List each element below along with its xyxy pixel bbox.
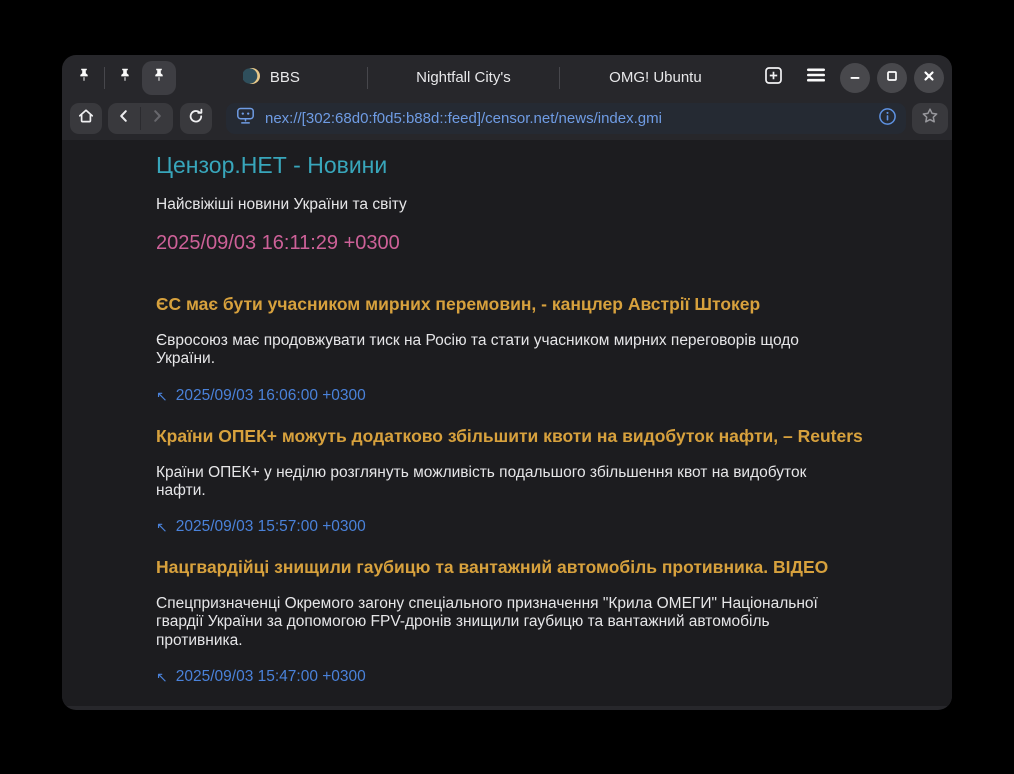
page-content: Цензор.НЕТ - Новини Найсвіжіші новини Ук… <box>62 140 952 706</box>
article-link-label: 2025/09/03 15:47:00 +0300 <box>176 668 366 686</box>
crescent-moon-icon <box>243 67 261 89</box>
tab-omg-ubuntu[interactable]: OMG! Ubuntu <box>563 55 748 100</box>
page-title: Цензор.НЕТ - Новини <box>156 152 872 179</box>
article-summary: Спецпризначенці Окремого загону спеціаль… <box>156 595 824 650</box>
chevron-right-icon <box>149 108 165 129</box>
feed-timestamp: 2025/09/03 16:11:29 +0300 <box>156 232 872 255</box>
history-nav-group <box>108 103 173 134</box>
forward-button[interactable] <box>141 103 173 134</box>
navigation-bar: nex://[302:68d0:f0d5:b88d::feed]/censor.… <box>62 100 952 140</box>
article-link-label: 2025/09/03 16:06:00 +0300 <box>176 387 366 405</box>
new-tab-plus-icon <box>764 66 783 90</box>
link-arrow-icon: ↖ <box>156 389 168 403</box>
chevron-left-icon <box>116 108 132 129</box>
reload-button[interactable] <box>180 103 212 134</box>
news-article: Нацгвардійці знищили гаубицю та вантажни… <box>156 557 872 686</box>
bookmark-button[interactable] <box>912 103 948 134</box>
reload-icon <box>187 107 205 130</box>
menu-button[interactable] <box>799 61 833 95</box>
minimize-button[interactable] <box>840 63 870 93</box>
article-title: Країни ОПЕК+ можуть додатково збільшити … <box>156 426 872 447</box>
close-button[interactable] <box>914 63 944 93</box>
pushpin-icon <box>151 67 167 88</box>
article-timestamp-link[interactable]: ↖ 2025/09/03 15:57:00 +0300 <box>156 518 872 536</box>
tab-nightfall-citys[interactable]: Nightfall City's <box>371 55 556 100</box>
tab-bar: BBS Nightfall City's OMG! Ubuntu <box>62 55 952 100</box>
close-icon <box>923 69 935 87</box>
article-title: ЄС має бути учасником мирних перемовин, … <box>156 294 872 315</box>
news-article: ЄС має бути учасником мирних перемовин, … <box>156 294 872 405</box>
nex-terminal-icon <box>236 107 257 129</box>
maximize-button[interactable] <box>877 63 907 93</box>
url-bar[interactable]: nex://[302:68d0:f0d5:b88d::feed]/censor.… <box>226 103 906 134</box>
pushpin-icon <box>117 67 133 88</box>
tab-separator <box>559 67 560 89</box>
tab-bbs[interactable]: BBS <box>179 55 364 100</box>
minimize-icon <box>849 69 861 87</box>
article-link-label: 2025/09/03 15:57:00 +0300 <box>176 518 366 536</box>
info-circle-icon[interactable] <box>878 107 897 130</box>
article-timestamp-link[interactable]: ↖ 2025/09/03 16:06:00 +0300 <box>156 387 872 405</box>
article-summary: Країни ОПЕК+ у неділю розглянуть можливі… <box>156 464 824 501</box>
url-text: nex://[302:68d0:f0d5:b88d::feed]/censor.… <box>265 110 870 127</box>
tab-label: BBS <box>270 69 300 86</box>
page-subtitle: Найсвіжіші новини України та світу <box>156 196 872 214</box>
article-title: Нацгвардійці знищили гаубицю та вантажни… <box>156 557 872 578</box>
pinned-tab-1[interactable] <box>67 61 101 95</box>
back-button[interactable] <box>108 103 140 134</box>
browser-window: BBS Nightfall City's OMG! Ubuntu <box>62 55 952 710</box>
link-arrow-icon: ↖ <box>156 670 168 684</box>
maximize-icon <box>886 69 898 87</box>
tab-separator <box>104 67 105 89</box>
home-icon <box>77 107 95 130</box>
link-arrow-icon: ↖ <box>156 520 168 534</box>
pinned-tab-3-active[interactable] <box>142 61 176 95</box>
new-tab-button[interactable] <box>756 61 790 95</box>
hamburger-menu-icon <box>806 67 826 88</box>
news-article: Країни ОПЕК+ можуть додатково збільшити … <box>156 426 872 537</box>
article-summary: Євросоюз має продовжувати тиск на Росію … <box>156 332 824 369</box>
tab-label: OMG! Ubuntu <box>609 69 702 86</box>
star-outline-icon <box>921 107 939 130</box>
pushpin-icon <box>76 67 92 88</box>
tab-label: Nightfall City's <box>416 69 511 86</box>
pinned-tab-2[interactable] <box>108 61 142 95</box>
home-button[interactable] <box>70 103 102 134</box>
article-timestamp-link[interactable]: ↖ 2025/09/03 15:47:00 +0300 <box>156 668 872 686</box>
tab-separator <box>367 67 368 89</box>
